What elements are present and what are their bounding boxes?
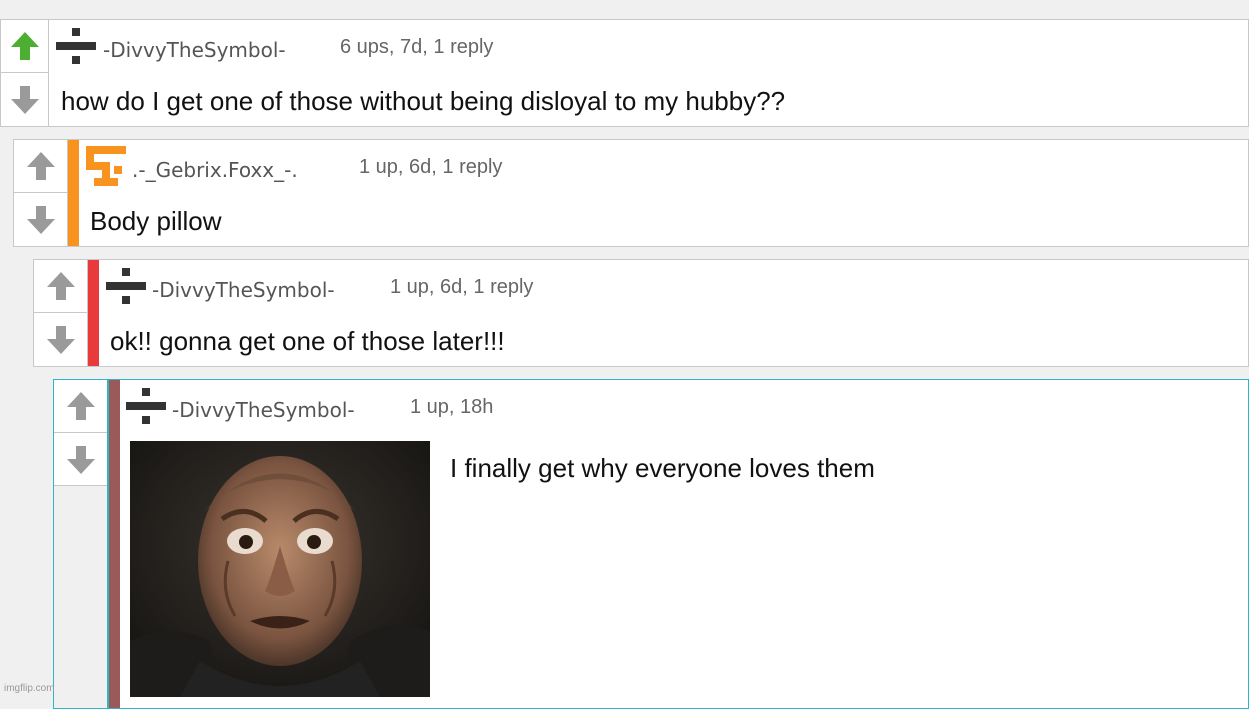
comment-1: -DivvyTheSymbol- 6 ups, 7d, 1 reply how … (0, 19, 1249, 127)
upvote-button[interactable] (54, 380, 107, 433)
username-link[interactable]: -DivvyTheSymbol- (152, 278, 335, 302)
downvote-button[interactable] (34, 313, 87, 366)
comment-3: -DivvyTheSymbol- 1 up, 6d, 1 reply ok!! … (33, 259, 1249, 367)
upvote-button[interactable] (34, 260, 87, 313)
username-link[interactable]: -DivvyTheSymbol- (172, 398, 355, 422)
vote-column (54, 380, 108, 486)
arrow-down-icon (10, 85, 39, 114)
vote-column (34, 260, 88, 366)
arrow-down-icon (66, 445, 95, 474)
username-link[interactable]: .-_Gebrix.Foxx_-. (132, 158, 298, 182)
arrow-down-icon (26, 205, 55, 234)
username-link[interactable]: -DivvyTheSymbol- (103, 38, 286, 62)
comment-2: .-_Gebrix.Foxx_-. 1 up, 6d, 1 reply Body… (13, 139, 1249, 247)
comment-text: how do I get one of those without being … (61, 86, 786, 116)
thread-stripe (68, 140, 79, 246)
thread-stripe (88, 260, 99, 366)
comment-meta: 1 up, 18h (410, 396, 494, 418)
upvote-button[interactable] (1, 20, 48, 73)
frightened-man-reaction-image[interactable] (130, 441, 430, 697)
vote-column (14, 140, 68, 246)
comment-text: I finally get why everyone loves them (450, 453, 875, 483)
divide-icon[interactable] (56, 26, 96, 66)
comment-text: Body pillow (90, 206, 222, 236)
downvote-button[interactable] (1, 73, 48, 126)
divide-icon[interactable] (126, 386, 166, 426)
arrow-up-icon (10, 32, 39, 60)
arrow-down-icon (46, 325, 75, 354)
vote-gutter (54, 486, 107, 708)
orange-pixel-logo-icon[interactable] (86, 146, 126, 186)
comment-meta: 6 ups, 7d, 1 reply (340, 36, 494, 58)
downvote-button[interactable] (14, 193, 67, 246)
thread-stripe (109, 380, 120, 708)
arrow-up-icon (66, 392, 95, 420)
watermark: imgflip.com (4, 683, 55, 694)
upvote-button[interactable] (14, 140, 67, 193)
comment-4: -DivvyTheSymbol- 1 up, 18h I finally get… (53, 379, 1249, 709)
arrow-up-icon (46, 272, 75, 300)
comment-meta: 1 up, 6d, 1 reply (359, 156, 503, 178)
comment-meta: 1 up, 6d, 1 reply (390, 276, 534, 298)
vote-column (1, 20, 49, 126)
divide-icon[interactable] (106, 266, 146, 306)
arrow-up-icon (26, 152, 55, 180)
comment-text: ok!! gonna get one of those later!!! (110, 326, 505, 356)
downvote-button[interactable] (54, 433, 107, 486)
